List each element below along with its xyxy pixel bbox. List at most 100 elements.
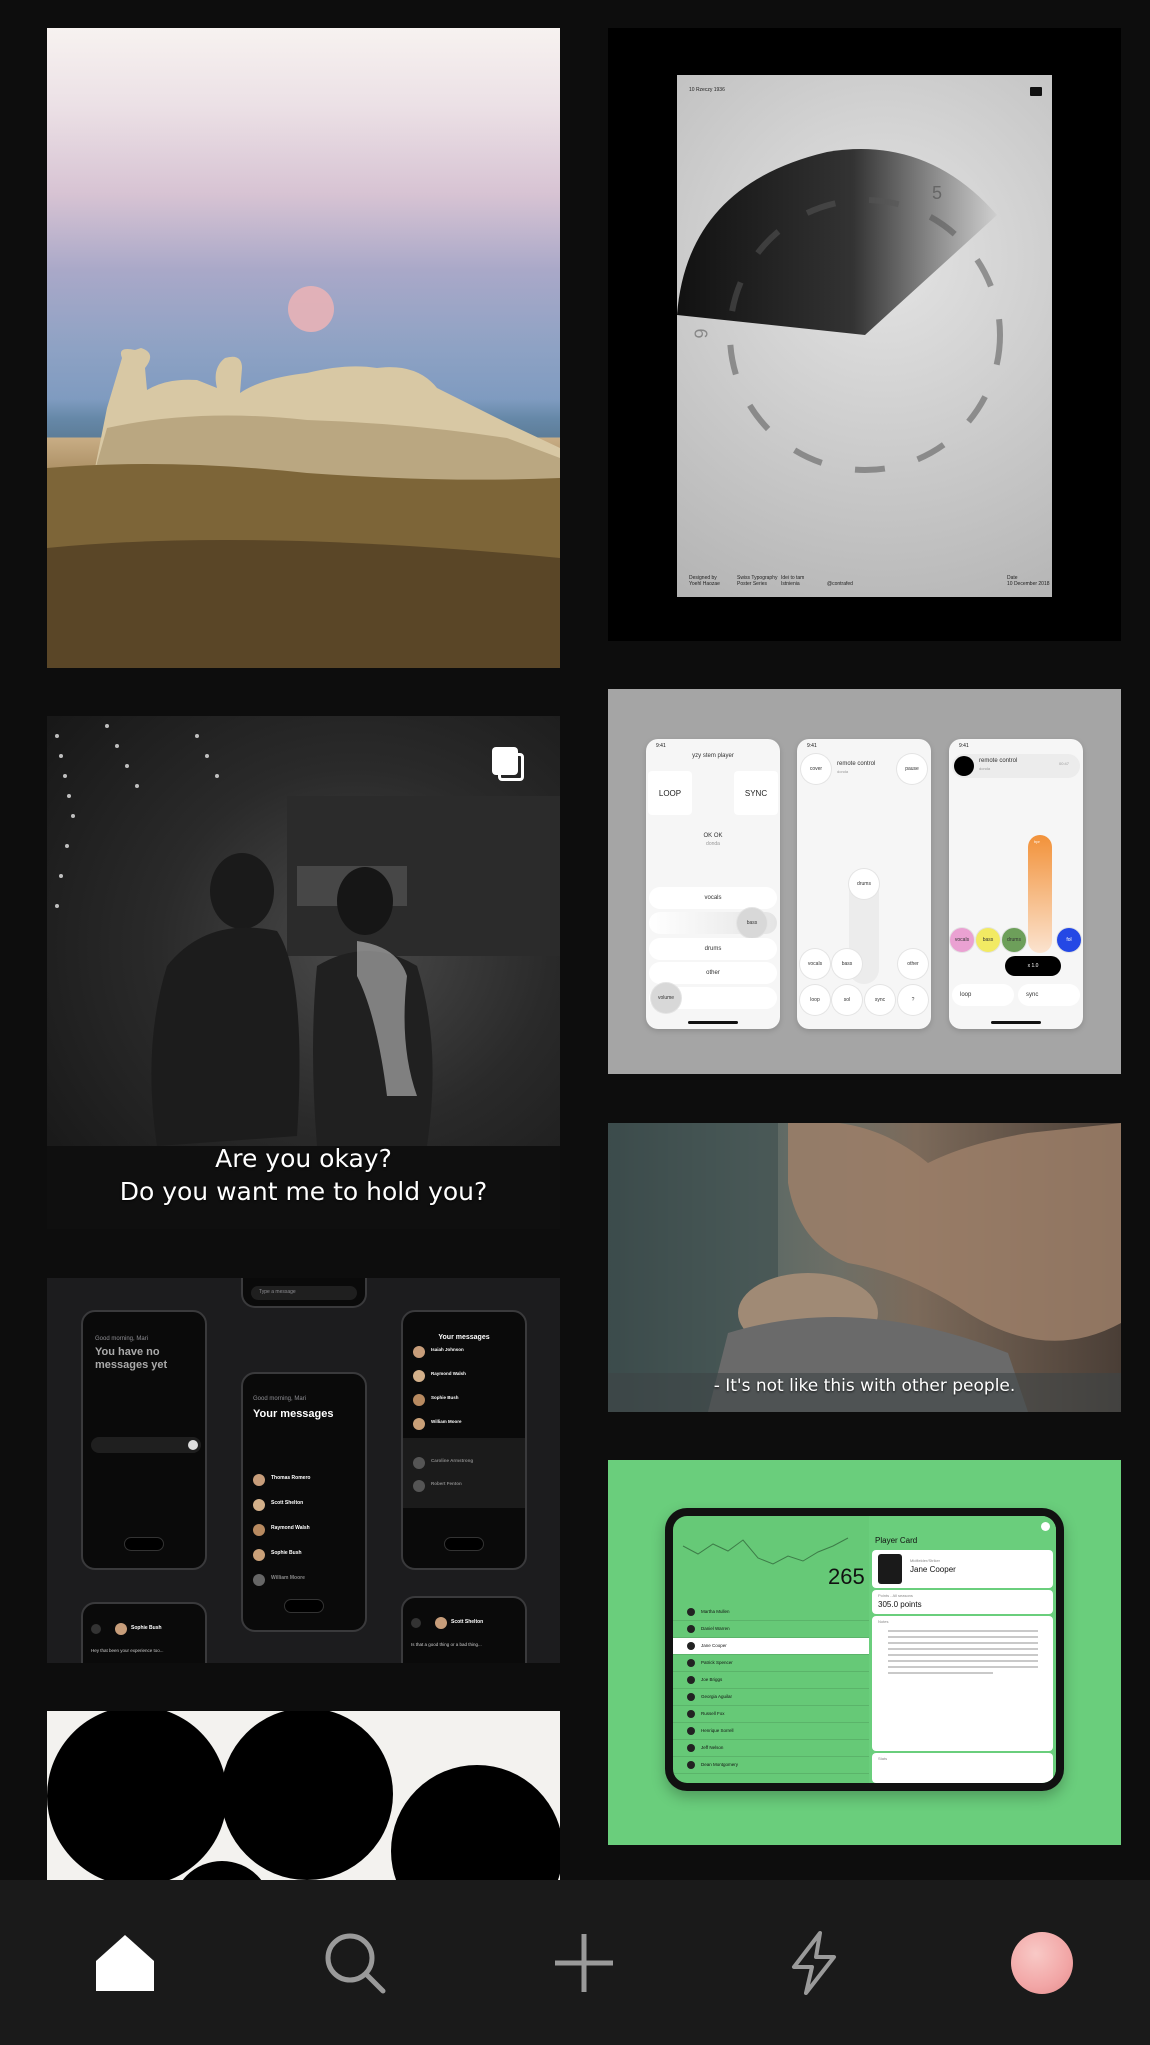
circles-artwork — [47, 1711, 560, 1881]
contact-name: Raymond Walsh — [431, 1371, 466, 1376]
speed-pill: x 1.0 — [1005, 956, 1061, 976]
roster-row: Jane Cooper — [673, 1638, 869, 1655]
roster-row: Jeff Nelson — [673, 1740, 869, 1757]
roster-name: Jane Cooper — [701, 1643, 727, 1648]
roster-name: Dean Montgomery — [701, 1762, 739, 1767]
nav-home-button[interactable] — [10, 1880, 240, 2045]
status-time: 9:41 — [959, 743, 969, 749]
remote-sub-3: donda — [979, 766, 991, 771]
home-indicator — [688, 1021, 738, 1024]
contact-name: Isaiah Johnson — [431, 1347, 464, 1352]
phone-chat-2: Scott Shelton Is that a good thing or a … — [401, 1596, 527, 1663]
pause-button: pause — [897, 754, 927, 784]
roster-row: Joe Briggs — [673, 1672, 869, 1689]
panel-title: Player Card — [875, 1536, 918, 1545]
avatar — [413, 1457, 425, 1469]
avatar — [115, 1623, 127, 1635]
poster-footer-5: Date 10 December 2018 — [1007, 575, 1050, 587]
sync-pill: sync — [1018, 984, 1080, 1006]
loop-button: LOOP — [648, 771, 692, 815]
loop-knob: loop — [800, 985, 830, 1015]
bass-pad: bass — [976, 928, 1000, 952]
roster-name: Henrique Sorrell — [701, 1728, 734, 1733]
stem-bass: bass — [737, 908, 767, 938]
drums-pad: drums — [1002, 928, 1026, 952]
avatar — [435, 1617, 447, 1629]
contact-name: Thomas Romero — [271, 1475, 311, 1481]
avatar — [1011, 1931, 1073, 1994]
avatar — [687, 1642, 695, 1650]
avatar — [687, 1761, 695, 1769]
roster-row: Patrick Spencer — [673, 1655, 869, 1672]
feed-image-player-card[interactable]: 265 Martha Mullen Daniel Warren Jane Coope… — [608, 1460, 1121, 1845]
chat-name: Scott Shelton — [451, 1619, 484, 1625]
notes-panel: Notes — [872, 1616, 1053, 1751]
avatar — [253, 1574, 265, 1586]
avatar — [687, 1625, 695, 1633]
stem-volume-row: volume — [649, 983, 777, 1013]
fader-track — [1028, 835, 1052, 953]
contact-name: Raymond Walsh — [271, 1525, 310, 1531]
roster-row: Dean Montgomery — [673, 1757, 869, 1774]
bass-knob: bass — [832, 949, 862, 979]
notes-label: Notes — [878, 1619, 889, 1624]
avatar — [413, 1346, 425, 1358]
feed-image-poster[interactable]: 10 Rzeczy 1936 5 6 Designed by Yoehl Hao… — [608, 28, 1121, 641]
cover-button: cover — [801, 754, 831, 784]
back-icon — [91, 1624, 101, 1634]
remote-sub: donda — [837, 769, 849, 774]
chat-preview: Hey that been your experience too... — [91, 1648, 164, 1653]
other-pad: fol — [1057, 928, 1081, 952]
notes-text — [888, 1630, 1038, 1678]
back-icon — [411, 1618, 421, 1628]
roster-name: Daniel Warren — [701, 1626, 730, 1631]
search-icon — [325, 1933, 386, 1993]
subtitle: - It's not like this with other people. — [713, 1376, 1016, 1396]
poster-graphic — [677, 149, 1003, 473]
message-input — [91, 1437, 201, 1453]
roster-row: Henrique Sorrell — [673, 1723, 869, 1740]
nav-pill — [284, 1599, 324, 1613]
empty-title: You have no messages yet — [95, 1346, 168, 1371]
nav-pill — [444, 1537, 484, 1551]
stem-phone-3: 9:41 remote control donda 00:47 hpr voca… — [949, 739, 1083, 1029]
phone-chat-1: Sophie Bush Hey that been your experienc… — [81, 1602, 207, 1663]
roster-row: Daniel Warren — [673, 1621, 869, 1638]
feed-image-stem-player[interactable]: 9:41 yzy stem player LOOP SYNC OK OK don… — [608, 689, 1121, 1074]
nav-profile-button[interactable] — [927, 1880, 1150, 2045]
nav-create-button[interactable] — [469, 1880, 699, 2045]
feed-image-film-still[interactable]: Are you okay? Do you want me to hold you… — [47, 716, 560, 1229]
roster-name: Patrick Spencer — [701, 1660, 733, 1665]
feed-image-film-still-2[interactable]: - It's not like this with other people. — [608, 1123, 1121, 1412]
nav-search-button[interactable] — [240, 1880, 470, 2045]
player-panel: Player Card Midfielder/Striker Jane Coop… — [869, 1516, 1056, 1783]
fader-label: hpr — [1034, 839, 1040, 844]
nav-pill — [124, 1537, 164, 1551]
feed-image-circles[interactable] — [47, 1711, 560, 1881]
sol-knob: sol — [832, 985, 862, 1015]
contact-name: Caroline Armstrong — [431, 1458, 474, 1463]
avatar — [413, 1394, 425, 1406]
stem-phone-1: 9:41 yzy stem player LOOP SYNC OK OK don… — [646, 739, 780, 1029]
nav-activity-button[interactable] — [699, 1880, 929, 2045]
feed-image-messages-app[interactable]: Good morning, Mari You have no messages … — [47, 1278, 560, 1663]
poster-artwork: 10 Rzeczy 1936 5 6 Designed by Yoehl Hao… — [677, 75, 1052, 597]
points-label: Points - All seasons — [878, 1593, 913, 1598]
stack-icon — [492, 747, 524, 781]
poster-footer-4: @contrafed — [827, 581, 853, 587]
vocals-knob: vocals — [800, 949, 830, 979]
roster-name: Georgia Aguilar — [701, 1694, 733, 1699]
player-label: Midfielder/Striker — [910, 1558, 941, 1563]
subtitle-line-2: Do you want me to hold you? — [119, 1177, 488, 1206]
avatar — [687, 1608, 695, 1616]
avatar — [253, 1524, 265, 1536]
track-artist: donda — [706, 841, 720, 847]
avatar — [687, 1659, 695, 1667]
sync-button: SYNC — [734, 771, 778, 815]
feed-image-landscape[interactable] — [47, 28, 560, 668]
sync-knob: sync — [865, 985, 895, 1015]
drums-knob: drums — [849, 869, 879, 899]
track-name: OK OK — [703, 833, 723, 839]
stem-bass-row: bass — [649, 908, 777, 938]
player-photo — [878, 1554, 902, 1584]
